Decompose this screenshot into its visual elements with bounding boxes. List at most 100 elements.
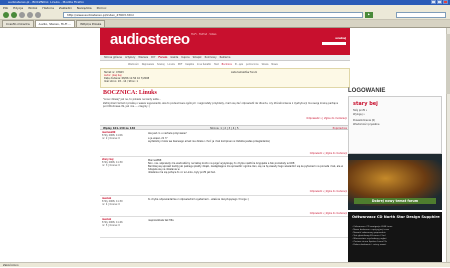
close-button[interactable] — [443, 0, 448, 4]
site-logo[interactable]: audiostereo — [110, 31, 190, 48]
subnav-item[interactable]: Słowa — [262, 62, 269, 67]
login-box: stary bej Twój profil » Wyloguj » Powiad… — [348, 96, 442, 154]
post-body: nieprzedziałe tak filtu — [148, 219, 344, 222]
reload-icon[interactable] — [19, 12, 25, 18]
minimize-button[interactable] — [431, 0, 436, 4]
forum-subnav: Ważności Najnowsze Szukaj Linuks PDF Ksi… — [100, 62, 350, 67]
post-rating: nr: 4 | Ocena: 0 — [102, 202, 120, 206]
post-line: wydaliśmy może we bierwego email nie dzi… — [148, 140, 270, 143]
site-banner: audiostereo Hi-Fi · Hi-End · Video szuka… — [100, 28, 350, 55]
post-rating: nr: 3 | Ocena: 0 — [102, 163, 120, 167]
promo-banner[interactable]: Dobrej nowy temat forum — [348, 154, 442, 210]
post-line: to chyba odpowiadamie z odpowiednim syst… — [148, 198, 250, 201]
nav-ads[interactable]: Reklama — [220, 55, 231, 60]
post-line: działanie ma się potące to co w Linku, b… — [148, 171, 216, 174]
post-reply-link[interactable]: Odpowiedz » | Zglos do moderacji — [310, 212, 347, 215]
nav-forum[interactable]: Forum — [158, 55, 167, 60]
post-body: Ale jest co u nartwie przyniesie? a ja w… — [148, 132, 344, 143]
product-ad-title[interactable]: Odtwarzacz CD North Star Design Supphire — [352, 215, 440, 219]
forum-post: maciek 8 Sty 2008, 11:30 nr: 4 | Ocena: … — [100, 197, 350, 217]
site-search-input[interactable] — [322, 42, 346, 45]
status-bar: Zakończono — [0, 262, 450, 267]
nav-buy[interactable]: Kupcie — [181, 55, 189, 60]
post-meta: stary bej 8 Sty 2008, 11:30 nr: 3 | Ocen… — [102, 158, 146, 167]
forum-post: mariusz80 8 Sty 2008, 11:06 nr: 2 | Ocen… — [100, 131, 350, 157]
back-icon[interactable] — [3, 12, 9, 18]
nav-shop[interactable]: Sklepik — [193, 55, 202, 60]
thread-body: "Linux dzisiaj" jak ne, to pokaże na kie… — [103, 98, 347, 108]
subnav-item[interactable]: Najnowsze — [142, 62, 154, 67]
subnav-item[interactable]: Pi ..ąza — [235, 62, 243, 67]
thread-body-line: "Linux dzisiaj" jak ne, to pokaże na kie… — [103, 98, 161, 101]
subnav-item[interactable]: Linuks — [168, 62, 175, 67]
post-reply-link[interactable]: Odpowiedz » | Zglos do moderacji — [310, 152, 347, 155]
forum-post: maciek 8 Sty 2008, 11:46 nr: 5 | Ocena: … — [100, 218, 350, 238]
nav-articles[interactable]: Artykuły — [125, 55, 135, 60]
thread-reply-link[interactable]: Odpowiedz » | Zglos do moderacji — [100, 116, 350, 121]
sidebar-title: LOGOWANIE — [348, 88, 386, 94]
bookmarks-tab-bar: Crasflo mikadra Audio, Stereo, Hi-Fi ...… — [0, 20, 450, 28]
thread-body-line: pod Windowsa IIS, jak i ka......rzegrzy … — [103, 105, 151, 108]
post-line: Ale jest co u nartwie przyniesie? — [148, 132, 187, 135]
nav-talks[interactable]: Rozmowy — [205, 55, 217, 60]
subnav-item-active[interactable]: Bocznica — [222, 62, 232, 67]
logout-link[interactable]: Wyloguj » — [353, 113, 365, 116]
post-rating: nr: 2 | Ocena: 0 — [102, 136, 120, 140]
subnav-item[interactable]: pomocnice — [246, 62, 259, 67]
subnav-item[interactable]: PDF — [178, 62, 182, 67]
tab-wp[interactable]: WP.pl/a Polska — [76, 20, 106, 27]
pagination-bar: Wpisy 101-130 ze 140 Strona: 1 | 2 | 3 |… — [100, 125, 350, 130]
window-title: audiostereo.pl - BOCZNICA: Linuks - Mozi… — [8, 0, 84, 4]
post-meta: maciek 8 Sty 2008, 11:30 nr: 4 | Ocena: … — [102, 197, 146, 206]
subnav-item[interactable]: Inne Światło — [197, 62, 211, 67]
site-logo-subtitle: Hi-Fi · Hi-End · Video — [191, 33, 217, 36]
sidebar: LOGOWANIE stary bej Twój profil » Wylogu… — [348, 88, 442, 262]
thread-list-link[interactable]: Lista temaktów forum — [231, 71, 257, 74]
page-viewport: audiostereo Hi-Fi · Hi-End · Video szuka… — [0, 28, 446, 262]
post-rating: nr: 5 | Ocena: 0 — [102, 223, 120, 227]
window-controls — [431, 0, 448, 4]
subnav-item[interactable]: Książka — [185, 62, 194, 67]
tab-crasflo[interactable]: Crasflo mikadra — [2, 20, 34, 27]
nav-market[interactable]: Giełda — [170, 55, 178, 60]
subnav-item[interactable]: Nowe — [271, 62, 277, 67]
post-reply-link[interactable]: Odpowiedz » | Zglos do moderacji — [310, 190, 347, 193]
nav-home[interactable]: Strona główna — [104, 55, 122, 60]
scrollbar-thumb[interactable] — [446, 34, 450, 94]
profile-link[interactable]: Twój profil » — [353, 109, 367, 112]
subnav-item[interactable]: Szukaj — [157, 62, 164, 67]
forum-content: Temat nr: 47603 Autor: jkaq bej Data dod… — [100, 68, 350, 262]
search-input[interactable] — [396, 12, 446, 18]
product-ad[interactable]: Odtwarzacz CD North Star Design Supphire… — [348, 212, 442, 262]
pagination-range: Wpisy 101-130 ze 140 — [103, 127, 136, 130]
search-label: szukaj — [335, 36, 346, 40]
forward-icon[interactable] — [11, 12, 17, 18]
post-meta: maciek 8 Sty 2008, 11:46 nr: 5 | Ocena: … — [102, 218, 146, 227]
notifications-link[interactable]: Powiadomienia (0) — [353, 119, 375, 122]
post-meta: mariusz80 8 Sty 2008, 11:06 nr: 2 | Ocen… — [102, 131, 146, 140]
post-body: Marcus888: Non. nie. szprawdy ma wadcali… — [148, 159, 344, 174]
nav-news[interactable]: Wiersze — [138, 55, 148, 60]
subnav-item[interactable]: Test — [214, 62, 219, 67]
post-line: nieprzedziałe tak filtu — [148, 219, 174, 222]
promo-caption[interactable]: Dobrej nowy temat forum — [354, 198, 436, 204]
logged-user[interactable]: stary bej — [353, 101, 378, 107]
address-bar[interactable]: http://www.audiostereo.pl/index_47603.ht… — [63, 12, 363, 18]
tab-audiostereo[interactable]: Audio, Stereo, Hi-Fi ... — [34, 20, 76, 27]
stop-icon[interactable] — [27, 12, 33, 18]
product-ad-item[interactable]: - Dobra dosłownie i cztery nawet — [352, 244, 392, 247]
product-ad-list: - Odtwarzacz CD nawigacja 2008 teraz - N… — [352, 226, 392, 247]
home-icon[interactable] — [35, 12, 41, 18]
forum-post: stary bej 8 Sty 2008, 11:30 nr: 3 | Ocen… — [100, 158, 350, 196]
nav-diy[interactable]: DIY — [151, 55, 155, 60]
subnav-item[interactable]: Ważności — [128, 62, 139, 67]
maximize-button[interactable] — [437, 0, 442, 4]
navigation-toolbar: http://www.audiostereo.pl/index_47603.ht… — [0, 11, 450, 20]
thread-info-line: Ilość stron: 18 - 14 / Stron: 1 — [104, 80, 139, 83]
go-button[interactable]: ▶ — [365, 12, 373, 18]
thread-title: BOCZNICA: Linuks — [103, 90, 157, 96]
site-main-nav: Strona główna Artykuły Wiersze DIY Forum… — [100, 55, 350, 61]
thread-info-box: Temat nr: 47603 Autor: jkaq bej Data dod… — [100, 68, 350, 88]
messages-link[interactable]: Wiadomości prywatne — [353, 123, 379, 126]
post-body: to chyba odpowiadamie z odpowiednim syst… — [148, 198, 344, 201]
